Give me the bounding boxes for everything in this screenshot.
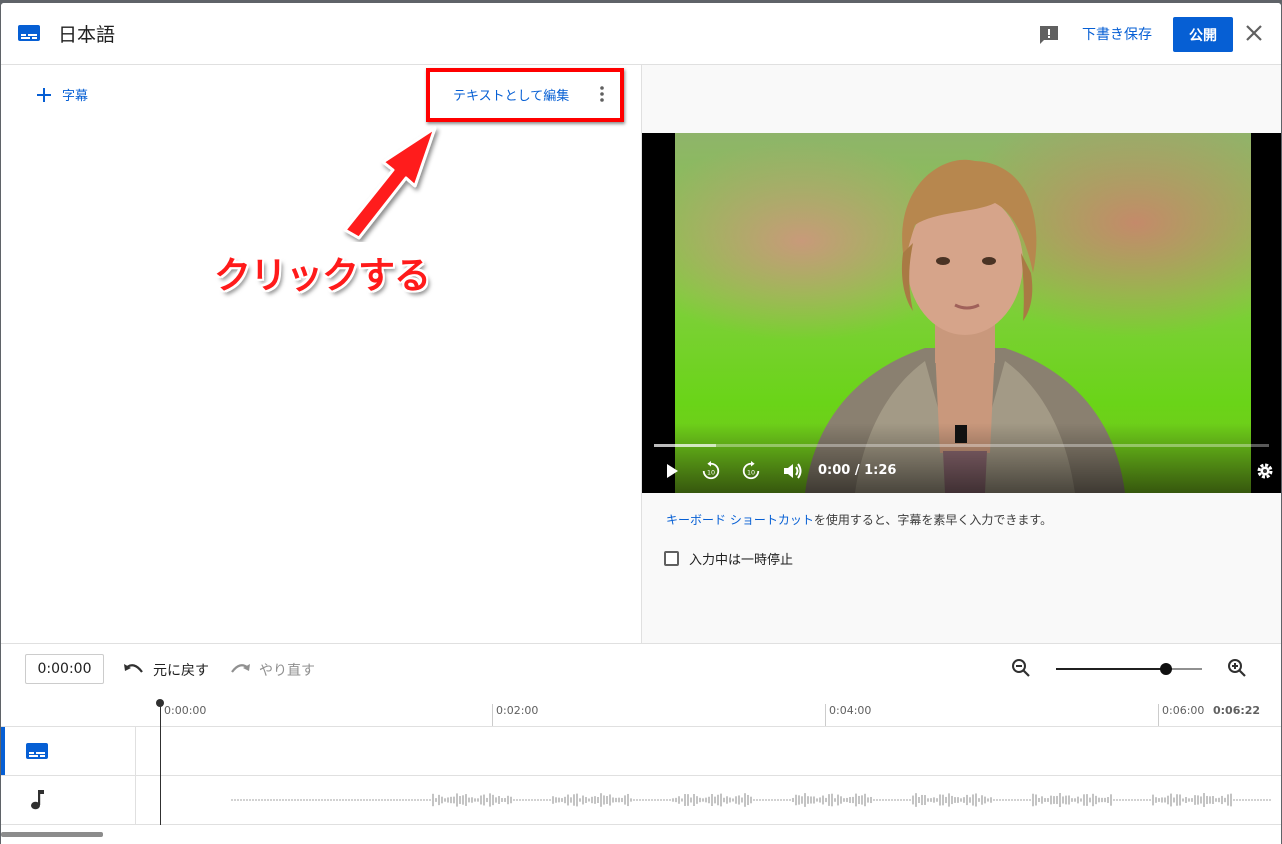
audio-track[interactable] — [1, 776, 1281, 825]
video-progress-fill — [654, 444, 716, 447]
keyboard-hint-text: を使用すると、字幕を素早く入力できます。 — [813, 513, 1053, 527]
keyboard-hint: キーボード ショートカットを使用すると、字幕を素早く入力できます。 — [666, 511, 1052, 528]
playhead-line[interactable] — [160, 701, 161, 825]
add-subtitle-label: 字幕 — [62, 89, 89, 104]
redo-icon — [231, 664, 250, 673]
forward-10-icon[interactable]: 10 — [740, 461, 762, 481]
undo-label: 元に戻す — [153, 663, 209, 679]
rewind-10-icon[interactable]: 10 — [700, 461, 722, 481]
keyboard-shortcuts-link[interactable]: キーボード ショートカット — [666, 513, 814, 527]
annotation-text: クリックする — [214, 254, 431, 297]
svg-text:10: 10 — [707, 470, 715, 477]
pause-while-typing-checkbox[interactable] — [664, 551, 679, 566]
dialog-header: 日本語 下書き保存 公開 — [1, 3, 1281, 65]
current-time-input[interactable]: 0:00:00 — [25, 654, 104, 684]
music-note-icon — [31, 790, 44, 810]
ruler-tick: 0:04:00 — [825, 704, 871, 726]
annotation-arrow-icon — [343, 126, 437, 240]
ruler-tick: 0:00:00 — [160, 704, 206, 726]
add-subtitle-button[interactable]: 字幕 — [36, 85, 88, 104]
subtitles-track-icon — [26, 743, 48, 759]
timeline-panel: 0:00:00 元に戻す やり直す 0:00:00 0:02:00 0:04:0… — [1, 643, 1281, 844]
active-track-indicator — [1, 727, 5, 775]
save-draft-button[interactable]: 下書き保存 — [1082, 24, 1152, 44]
zoom-in-icon[interactable] — [1227, 658, 1247, 678]
plus-icon — [37, 87, 51, 102]
play-icon[interactable] — [664, 461, 680, 481]
subtitles-icon — [18, 25, 40, 41]
timeline-ruler[interactable]: 0:00:00 0:02:00 0:04:00 0:06:00 0:06:22 — [1, 696, 1281, 727]
subtitle-editor-dialog: 日本語 下書き保存 公開 字幕 テキストとして編集 クリックする 10 10 0… — [1, 3, 1281, 844]
audio-waveform — [231, 793, 1271, 807]
svg-text:10: 10 — [747, 470, 755, 477]
video-time: 0:00 / 1:26 — [818, 463, 897, 478]
settings-gear-icon[interactable] — [1255, 461, 1275, 481]
volume-icon[interactable] — [782, 461, 804, 481]
video-player[interactable]: 10 10 0:00 / 1:26 — [642, 133, 1281, 493]
ruler-tick: 0:02:00 — [492, 704, 538, 726]
audio-track-header — [1, 776, 136, 824]
redo-button[interactable]: やり直す — [229, 660, 315, 680]
subtitle-list-panel: 字幕 テキストとして編集 クリックする — [1, 65, 642, 643]
feedback-icon[interactable] — [1038, 24, 1060, 46]
close-icon[interactable] — [1243, 22, 1265, 44]
timeline-scrollbar[interactable] — [1, 832, 103, 837]
zoom-out-icon[interactable] — [1011, 658, 1031, 678]
page-title: 日本語 — [58, 24, 116, 46]
zoom-slider-knob[interactable] — [1159, 663, 1172, 675]
publish-button[interactable]: 公開 — [1173, 17, 1233, 52]
redo-label: やり直す — [259, 663, 315, 679]
annotation-highlight-box — [426, 68, 624, 122]
caption-marker — [955, 425, 967, 443]
subtitle-track[interactable] — [1, 727, 1281, 776]
zoom-slider-fill — [1056, 668, 1166, 670]
undo-icon — [124, 664, 143, 673]
ruler-end-time: 0:06:22 — [1213, 704, 1261, 717]
subtitle-track-header — [1, 727, 136, 775]
video-progress-bar[interactable] — [654, 444, 1269, 447]
ruler-tick: 0:06:00 — [1158, 704, 1204, 726]
zoom-slider[interactable] — [1056, 663, 1202, 675]
preview-panel: 10 10 0:00 / 1:26 キーボード ショートカットを使用すると、字幕… — [642, 65, 1281, 643]
undo-button[interactable]: 元に戻す — [123, 660, 209, 680]
pause-while-typing-label: 入力中は一時停止 — [689, 553, 794, 568]
pause-while-typing-row[interactable]: 入力中は一時停止 — [664, 549, 793, 568]
